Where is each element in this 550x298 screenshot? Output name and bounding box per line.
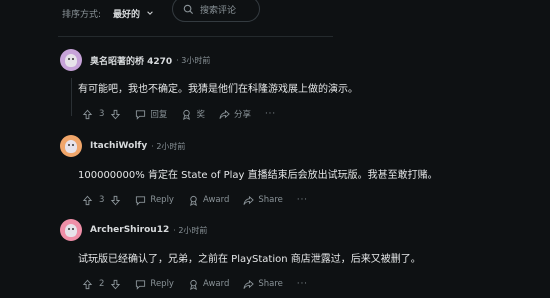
share-button[interactable]: 分享 — [219, 108, 251, 120]
upvote-icon — [82, 279, 93, 289]
downvote-button[interactable] — [110, 109, 121, 120]
downvote-icon — [111, 195, 121, 205]
award-button[interactable]: Award — [188, 195, 229, 206]
award-icon — [183, 109, 191, 120]
sort-control: 排序方式: 最好的 — [62, 0, 154, 26]
award-icon — [190, 279, 197, 290]
upvote-button[interactable] — [82, 109, 93, 120]
divider — [58, 36, 333, 37]
vote-count: 2 — [99, 279, 105, 289]
sort-dropdown[interactable]: 最好的 — [113, 7, 154, 20]
search-icon — [183, 4, 194, 14]
sort-label: 排序方式: — [62, 9, 102, 20]
award-icon — [190, 195, 197, 206]
vote-count: 3 — [99, 109, 105, 119]
more-options-button[interactable]: ··· — [297, 195, 308, 205]
downvote-button[interactable] — [110, 279, 121, 290]
share-icon — [219, 109, 230, 119]
reply-button[interactable]: Reply — [135, 279, 174, 290]
more-options-button[interactable]: ··· — [265, 109, 276, 119]
share-icon — [243, 279, 255, 289]
chevron-down-icon — [147, 11, 153, 15]
upvote-icon — [82, 109, 93, 119]
upvote-button[interactable] — [82, 195, 93, 206]
vote-count: 3 — [99, 195, 105, 205]
comment-text: 有可能吧，我也不确定。我猜是他们在科隆游戏展上做的演示。 — [78, 84, 358, 95]
share-button[interactable]: Share — [243, 279, 283, 290]
reply-icon — [136, 109, 146, 120]
reply-icon — [136, 279, 146, 290]
award-button[interactable]: Award — [188, 279, 229, 290]
comment-author[interactable]: ArcherShirou12 — [90, 225, 169, 235]
sort-value: 最好的 — [113, 9, 141, 20]
upvote-button[interactable] — [82, 279, 93, 290]
avatar[interactable] — [60, 219, 82, 241]
reply-button[interactable]: Reply — [135, 195, 174, 206]
upvote-icon — [82, 195, 93, 205]
comment-time: · 2小时前 — [173, 225, 208, 235]
downvote-icon — [111, 109, 121, 119]
reply-button[interactable]: 回复 — [135, 108, 167, 120]
comment-author[interactable]: ItachiWolfy — [90, 141, 147, 151]
search-placeholder: 搜索评论 — [200, 5, 237, 16]
comment-time: · 2小时前 — [151, 141, 186, 151]
downvote-icon — [111, 279, 121, 289]
more-options-button[interactable]: ··· — [297, 279, 308, 289]
comment-actions: 2 Reply Award Share ··· — [82, 277, 550, 291]
comment: 臭名昭著的桥 4270 · 3小时前 有可能吧，我也不确定。我猜是他们在科隆游戏… — [60, 49, 540, 121]
award-button[interactable]: 奖 — [181, 108, 205, 120]
avatar[interactable] — [60, 49, 82, 71]
reply-icon — [136, 195, 146, 206]
comment-text: 100000000% 肯定在 State of Play 直播结束后会放出试玩版… — [78, 170, 438, 181]
avatar[interactable] — [60, 135, 82, 157]
share-button[interactable]: Share — [243, 195, 283, 206]
comment-text: 试玩版已经确认了，兄弟，之前在 PlayStation 商店泄露过，后来又被删了… — [78, 254, 421, 265]
search-comments-input[interactable]: 搜索评论 — [172, 0, 260, 22]
share-icon — [243, 195, 255, 205]
comment-actions: 3 回复 奖 分享 ··· — [82, 107, 550, 121]
comment-author[interactable]: 臭名昭著的桥 4270 — [90, 54, 172, 67]
comment: ItachiWolfy · 2小时前 100000000% 肯定在 State … — [60, 135, 540, 207]
comment: ArcherShirou12 · 2小时前 试玩版已经确认了，兄弟，之前在 Pl… — [60, 219, 540, 291]
comment-time: · 3小时前 — [176, 55, 211, 65]
comment-actions: 3 Reply Award Share ··· — [82, 193, 550, 207]
downvote-button[interactable] — [110, 195, 121, 206]
